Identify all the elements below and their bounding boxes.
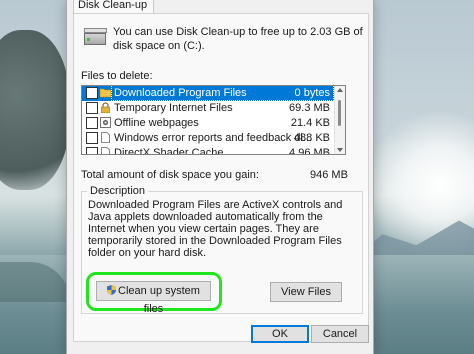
list-item[interactable]: Temporary Internet Files 69.3 MB bbox=[82, 101, 334, 116]
lock-icon bbox=[101, 102, 110, 113]
file-category-name: Downloaded Program Files bbox=[114, 87, 247, 99]
checkbox[interactable] bbox=[86, 117, 98, 129]
checkbox[interactable] bbox=[86, 147, 98, 154]
list-item[interactable]: Downloaded Program Files 0 bytes bbox=[82, 86, 334, 101]
clean-up-system-files-button[interactable]: Clean up system files bbox=[96, 281, 211, 315]
checkbox[interactable] bbox=[86, 102, 98, 114]
scroll-up-arrow-icon[interactable] bbox=[337, 88, 343, 92]
files-to-delete-list[interactable]: Downloaded Program Files 0 bytes Tempora… bbox=[81, 85, 346, 155]
total-space-label: Total amount of disk space you gain: bbox=[81, 169, 259, 181]
file-category-size: 4.96 MB bbox=[289, 147, 330, 155]
list-item[interactable]: Windows error reports and feedback di...… bbox=[82, 131, 334, 146]
tab-disk-cleanup[interactable]: Disk Clean-up bbox=[73, 0, 155, 14]
file-category-size: 21.4 KB bbox=[290, 117, 330, 129]
list-item[interactable]: DirectX Shader Cache 4.96 MB bbox=[82, 146, 334, 155]
uac-shield-icon bbox=[107, 285, 117, 295]
document-icon bbox=[101, 132, 110, 143]
hard-drive-icon bbox=[84, 28, 107, 48]
scroll-down-arrow-icon[interactable] bbox=[337, 148, 343, 152]
wallpaper-tree bbox=[0, 30, 70, 190]
scrollbar-thumb[interactable] bbox=[338, 100, 341, 126]
document-icon bbox=[101, 147, 110, 154]
intro-text: You can use Disk Clean-up to free up to … bbox=[113, 26, 363, 52]
list-scrollbar[interactable] bbox=[334, 86, 345, 154]
file-category-name: DirectX Shader Cache bbox=[114, 147, 224, 155]
gear-page-icon bbox=[100, 117, 111, 128]
files-to-delete-label: Files to delete: bbox=[81, 70, 153, 82]
file-category-name: Windows error reports and feedback di... bbox=[114, 132, 313, 144]
disk-cleanup-panel: You can use Disk Clean-up to free up to … bbox=[73, 13, 369, 342]
total-space-value: 946 MB bbox=[310, 169, 348, 181]
description-text: Downloaded Program Files are ActiveX con… bbox=[88, 199, 343, 259]
file-category-size: 69.3 MB bbox=[289, 102, 330, 114]
ok-button[interactable]: OK bbox=[251, 325, 309, 343]
file-category-name: Temporary Internet Files bbox=[114, 102, 233, 114]
description-title: Description bbox=[87, 185, 149, 197]
list-item[interactable]: Offline webpages 21.4 KB bbox=[82, 116, 334, 131]
file-category-size: 0 bytes bbox=[294, 87, 330, 99]
disk-cleanup-dialog: Disk Clean-up You can use Disk Clean-up … bbox=[66, 0, 374, 354]
folder-icon bbox=[100, 88, 111, 98]
cancel-button[interactable]: Cancel bbox=[311, 325, 369, 343]
file-category-name: Offline webpages bbox=[114, 117, 199, 129]
checkbox[interactable] bbox=[86, 132, 98, 144]
tab-strip: Disk Clean-up bbox=[67, 0, 373, 14]
file-category-size: 488 KB bbox=[293, 132, 330, 144]
view-files-button[interactable]: View Files bbox=[270, 282, 342, 302]
checkbox[interactable] bbox=[86, 87, 98, 99]
